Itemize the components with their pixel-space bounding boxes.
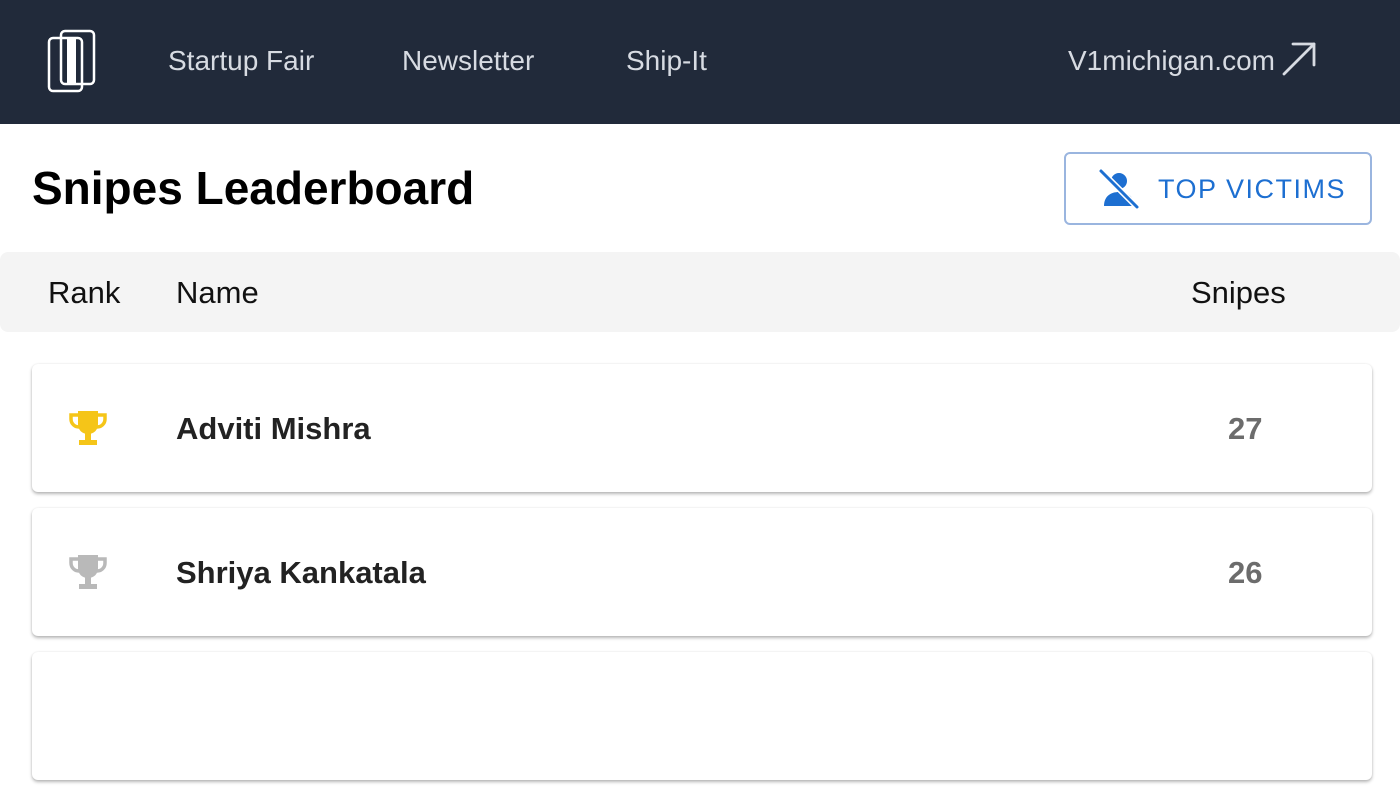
nav-link-v1michigan-label: V1michigan.com: [1068, 45, 1275, 76]
nav-link-v1michigan[interactable]: V1michigan.com: [1068, 42, 1317, 78]
table-header: Rank Name Snipes: [0, 252, 1400, 332]
top-victims-label: TOP VICTIMS: [1158, 173, 1347, 204]
top-victims-button[interactable]: TOP VICTIMS: [1064, 152, 1372, 225]
trophy-icon: [69, 411, 107, 445]
person-off-icon: [1098, 168, 1140, 209]
column-header-snipes: Snipes: [1191, 275, 1286, 310]
leaderboard-row[interactable]: Adviti Mishra 27: [32, 364, 1372, 492]
player-name: Adviti Mishra: [176, 411, 371, 446]
player-name: Shriya Kankatala: [176, 555, 426, 590]
trophy-icon: [69, 555, 107, 589]
leaderboard-row[interactable]: [32, 652, 1372, 780]
nav-link-ship-it[interactable]: Ship-It: [626, 44, 707, 78]
leaderboard-list: Adviti Mishra 27 Shriya Kankatala 26: [32, 364, 1372, 796]
leaderboard-row[interactable]: Shriya Kankatala 26: [32, 508, 1372, 636]
top-navbar: Startup Fair Newsletter Ship-It V1michig…: [0, 0, 1400, 124]
page-title: Snipes Leaderboard: [32, 162, 475, 214]
nav-link-newsletter[interactable]: Newsletter: [402, 44, 534, 78]
arrow-up-right-icon: [1282, 42, 1316, 76]
nav-link-startup-fair[interactable]: Startup Fair: [168, 44, 314, 78]
v1-logo-icon[interactable]: [46, 28, 98, 94]
column-header-name: Name: [176, 275, 259, 310]
snipe-count: 26: [1228, 555, 1263, 590]
snipe-count: 27: [1228, 411, 1263, 446]
column-header-rank: Rank: [48, 275, 121, 310]
